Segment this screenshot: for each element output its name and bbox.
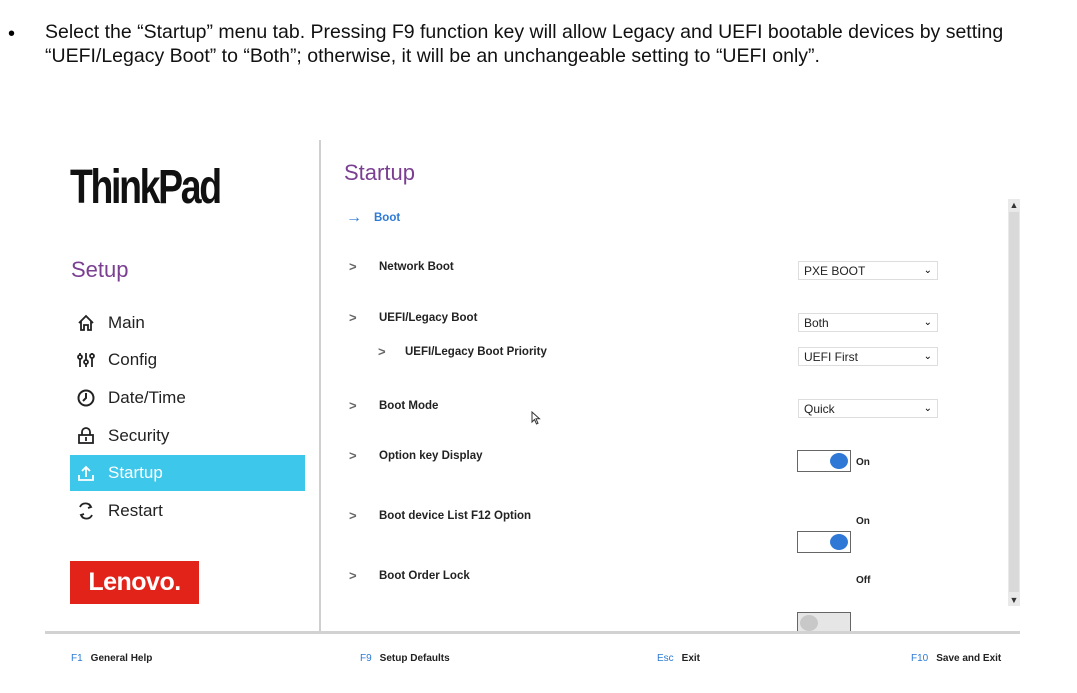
toggle-knob xyxy=(830,534,848,550)
scrollbar-thumb[interactable] xyxy=(1009,212,1019,592)
vertical-divider xyxy=(319,140,321,632)
sidebar-item-datetime[interactable]: Date/Time xyxy=(70,380,305,416)
footer-exit[interactable]: Esc Exit xyxy=(657,653,700,664)
f12-option-toggle[interactable] xyxy=(797,531,851,553)
footer-help[interactable]: F1 General Help xyxy=(71,653,152,664)
clock-icon xyxy=(75,387,97,409)
instruction-text: Select the “Startup” menu tab. Pressing … xyxy=(45,21,1004,67)
toggle-knob xyxy=(800,615,818,631)
chevron-right-icon: > xyxy=(349,448,357,463)
scroll-down-icon[interactable]: ▼ xyxy=(1008,594,1020,606)
chevron-down-icon: ⌄ xyxy=(923,265,932,276)
chevron-right-icon: > xyxy=(349,259,357,274)
sliders-icon xyxy=(75,349,97,371)
sidebar-item-label: Security xyxy=(108,426,170,445)
setup-title: Setup xyxy=(71,257,129,282)
sidebar-item-main[interactable]: Main xyxy=(70,305,305,341)
row-boot-order-lock[interactable]: > Boot Order Lock xyxy=(349,568,470,583)
chevron-right-icon: > xyxy=(349,310,357,325)
sidebar-item-restart[interactable]: Restart xyxy=(70,493,305,529)
row-uefi-legacy-boot[interactable]: > UEFI/Legacy Boot xyxy=(349,310,477,325)
lock-icon xyxy=(75,425,97,447)
boot-priority-select[interactable]: UEFI First ⌄ xyxy=(798,347,938,366)
footer-divider xyxy=(45,631,1020,634)
toggle-state-label: Off xyxy=(856,575,871,586)
lenovo-logo: Lenovo. xyxy=(70,561,199,604)
sidebar-item-security[interactable]: Security xyxy=(70,418,305,454)
footer-save-exit[interactable]: F10 Save and Exit xyxy=(911,653,1001,664)
boot-link[interactable]: → Boot xyxy=(346,209,400,227)
footer-setup-defaults[interactable]: F9 Setup Defaults xyxy=(360,653,450,664)
chevron-down-icon: ⌄ xyxy=(923,351,932,362)
chevron-right-icon: > xyxy=(349,568,357,583)
bullet-point: • xyxy=(8,23,16,45)
arrow-right-icon: → xyxy=(346,209,362,226)
toggle-state-label: On xyxy=(856,457,870,468)
chevron-right-icon: > xyxy=(378,344,386,359)
upload-icon xyxy=(75,462,97,484)
sidebar-item-label: Restart xyxy=(108,501,163,520)
option-key-display-toggle[interactable] xyxy=(797,450,851,472)
network-boot-select[interactable]: PXE BOOT ⌄ xyxy=(798,261,938,280)
chevron-down-icon: ⌄ xyxy=(923,317,932,328)
sidebar-item-label: Date/Time xyxy=(108,388,186,407)
home-icon xyxy=(75,312,97,334)
thinkpad-logo: ThinkPad xyxy=(70,161,222,214)
sidebar-item-startup[interactable]: Startup xyxy=(70,455,305,491)
mouse-cursor-icon xyxy=(531,410,541,428)
toggle-state-label: On xyxy=(856,516,870,527)
row-uefi-legacy-boot-priority[interactable]: > UEFI/Legacy Boot Priority xyxy=(378,344,547,359)
page-title: Startup xyxy=(344,160,415,185)
toggle-knob xyxy=(830,453,848,469)
uefi-legacy-boot-select[interactable]: Both ⌄ xyxy=(798,313,938,332)
chevron-right-icon: > xyxy=(349,398,357,413)
row-boot-mode[interactable]: > Boot Mode xyxy=(349,398,438,413)
sidebar-item-label: Config xyxy=(108,350,158,369)
sidebar-item-config[interactable]: Config xyxy=(70,342,305,378)
restart-icon xyxy=(75,500,97,522)
row-option-key-display[interactable]: > Option key Display xyxy=(349,448,483,463)
row-network-boot[interactable]: > Network Boot xyxy=(349,259,454,274)
sidebar-item-label: Startup xyxy=(108,463,163,482)
scroll-up-icon[interactable]: ▲ xyxy=(1008,199,1020,211)
chevron-down-icon: ⌄ xyxy=(923,403,932,414)
row-f12-option[interactable]: > Boot device List F12 Option xyxy=(349,508,531,523)
sidebar-item-label: Main xyxy=(108,313,145,332)
chevron-right-icon: > xyxy=(349,508,357,523)
boot-mode-select[interactable]: Quick ⌄ xyxy=(798,399,938,418)
